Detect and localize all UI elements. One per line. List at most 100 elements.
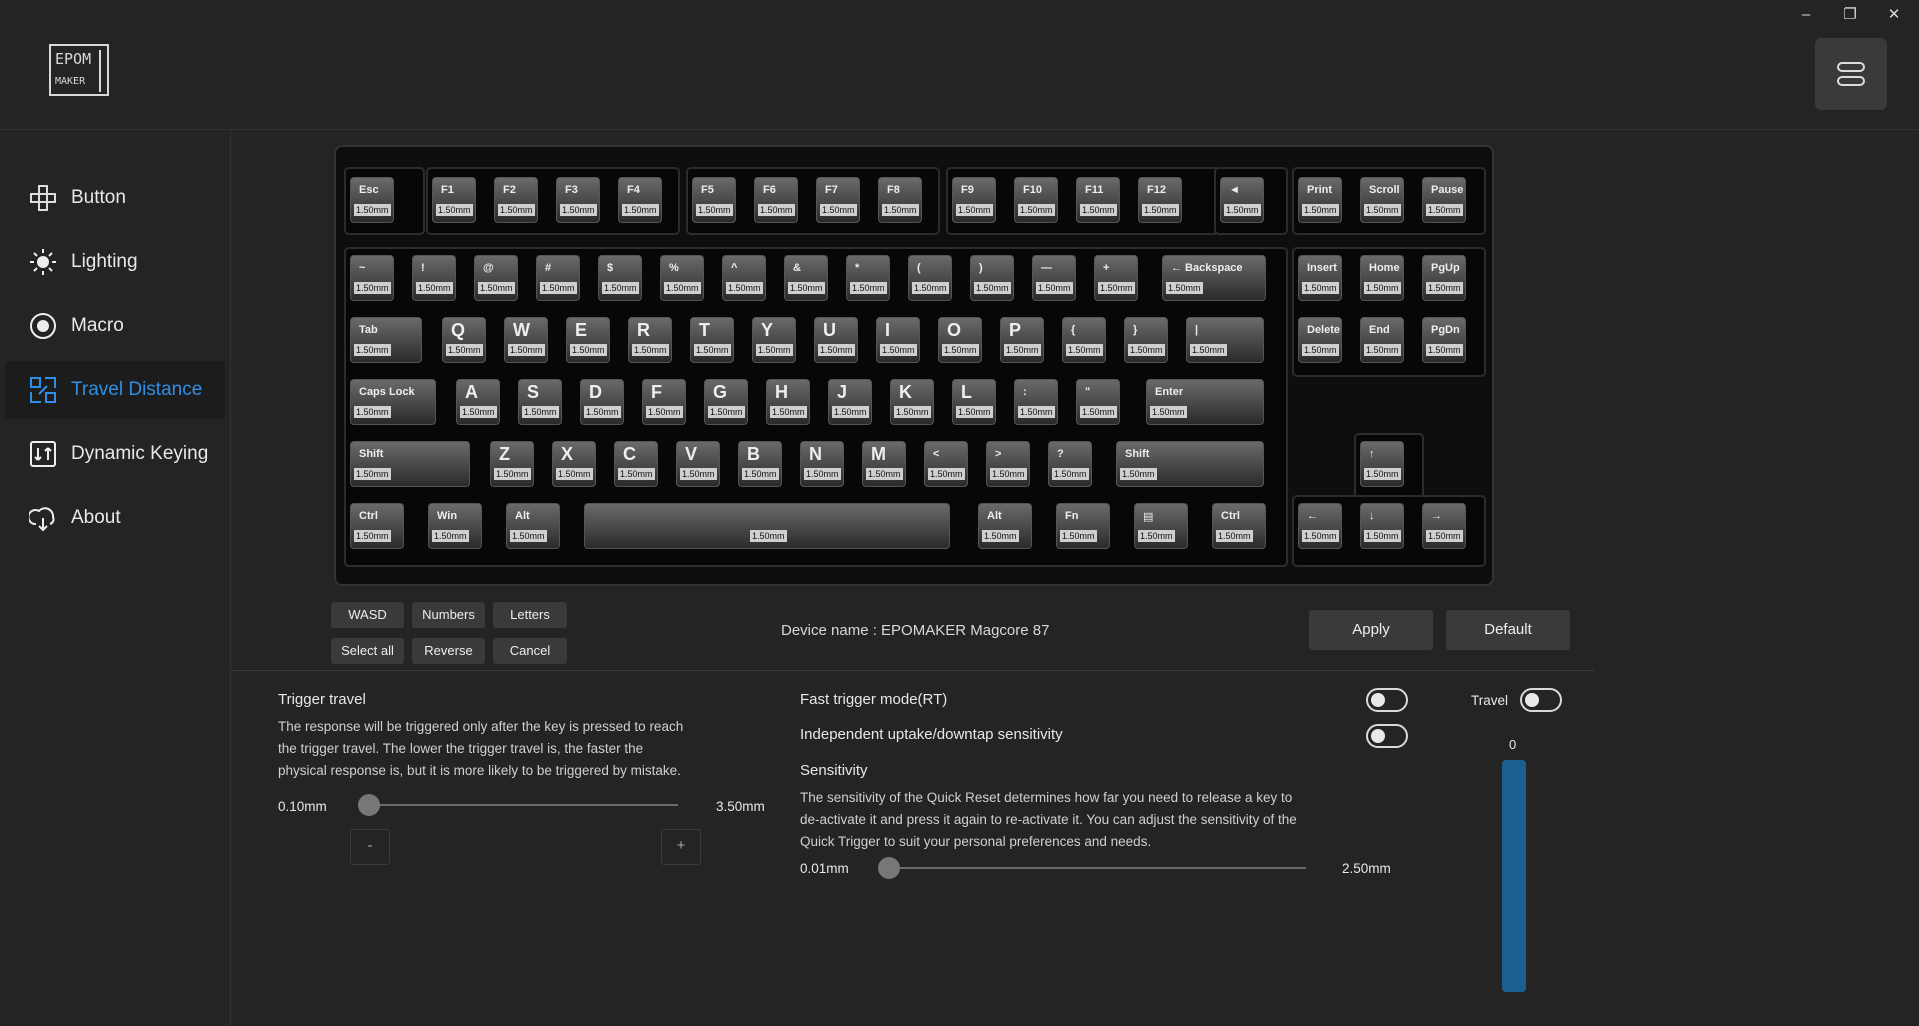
key-p[interactable]: P 1.50mm: [1000, 317, 1044, 363]
default-button[interactable]: Default: [1446, 610, 1570, 650]
trigger-increase-button[interactable]: +: [661, 829, 701, 865]
key-f9[interactable]: F9 1.50mm: [952, 177, 996, 223]
wasd-button[interactable]: WASD: [331, 602, 404, 628]
key-r[interactable]: R 1.50mm: [628, 317, 672, 363]
trigger-decrease-button[interactable]: -: [350, 829, 390, 865]
key-home[interactable]: Home 1.50mm: [1360, 255, 1404, 301]
key-g[interactable]: G 1.50mm: [704, 379, 748, 425]
independent-sensitivity-toggle[interactable]: [1366, 724, 1408, 748]
key-f2[interactable]: F2 1.50mm: [494, 177, 538, 223]
key-o[interactable]: O 1.50mm: [938, 317, 982, 363]
key-scroll[interactable]: Scroll 1.50mm: [1360, 177, 1404, 223]
reverse-button[interactable]: Reverse: [412, 638, 485, 664]
key-f8[interactable]: F8 1.50mm: [878, 177, 922, 223]
key-sym-5-9[interactable]: ↓ 1.50mm: [1360, 503, 1404, 549]
key-alt[interactable]: Alt 1.50mm: [506, 503, 560, 549]
key-sym-1-0[interactable]: ~1.50mm: [350, 255, 394, 301]
key-sym-3-10[interactable]: : 1.50mm: [1014, 379, 1058, 425]
key-b[interactable]: B 1.50mm: [738, 441, 782, 487]
key-sym-5-10[interactable]: → 1.50mm: [1422, 503, 1466, 549]
close-button[interactable]: ✕: [1872, 2, 1916, 28]
key-u[interactable]: U 1.50mm: [814, 317, 858, 363]
key-backspace[interactable]: ← Backspace 1.50mm: [1162, 255, 1266, 301]
sidebar-item-about[interactable]: About: [5, 489, 225, 547]
key-sym-5-8[interactable]: ← 1.50mm: [1298, 503, 1342, 549]
key-s[interactable]: S 1.50mm: [518, 379, 562, 425]
key-delete[interactable]: Delete 1.50mm: [1298, 317, 1342, 363]
key-f4[interactable]: F4 1.50mm: [618, 177, 662, 223]
key-q[interactable]: Q 1.50mm: [442, 317, 486, 363]
key-sym-1-11[interactable]: — 1.50mm: [1032, 255, 1076, 301]
sidebar-item-dynamic-keying[interactable]: Dynamic Keying: [5, 425, 225, 483]
key-f1[interactable]: F1 1.50mm: [432, 177, 476, 223]
key-sym-1-5[interactable]: % 1.50mm: [660, 255, 704, 301]
key-n[interactable]: N 1.50mm: [800, 441, 844, 487]
key-sym-2-13[interactable]: | 1.50mm: [1186, 317, 1264, 363]
letters-button[interactable]: Letters: [493, 602, 567, 628]
key-a[interactable]: A 1.50mm: [456, 379, 500, 425]
key-sym-1-8[interactable]: * 1.50mm: [846, 255, 890, 301]
key-pause[interactable]: Pause 1.50mm: [1422, 177, 1466, 223]
sidebar-item-button[interactable]: Button: [5, 169, 225, 227]
key-sym-1-12[interactable]: +1.50mm: [1094, 255, 1138, 301]
key-insert[interactable]: Insert 1.50mm: [1298, 255, 1342, 301]
key-alt[interactable]: Alt 1.50mm: [978, 503, 1032, 549]
key-sym-1-4[interactable]: $1.50mm: [598, 255, 642, 301]
key-sym-4-10[interactable]: ? 1.50mm: [1048, 441, 1092, 487]
key-sym-5-6[interactable]: ▤ 1.50mm: [1134, 503, 1188, 549]
key-v[interactable]: V 1.50mm: [676, 441, 720, 487]
minimize-button[interactable]: –: [1784, 2, 1828, 28]
restore-button[interactable]: ❐: [1828, 2, 1872, 28]
sensitivity-slider-track[interactable]: [886, 867, 1306, 869]
key-ctrl[interactable]: Ctrl 1.50mm: [1212, 503, 1266, 549]
key-e[interactable]: E 1.50mm: [566, 317, 610, 363]
key-fn[interactable]: Fn 1.50mm: [1056, 503, 1110, 549]
key-i[interactable]: I 1.50mm: [876, 317, 920, 363]
key-f11[interactable]: F11 1.50mm: [1076, 177, 1120, 223]
key-enter[interactable]: Enter 1.50mm: [1146, 379, 1264, 425]
key-space[interactable]: 1.50mm: [584, 503, 950, 549]
key-pgup[interactable]: PgUp 1.50mm: [1422, 255, 1466, 301]
key-pgdn[interactable]: PgDn 1.50mm: [1422, 317, 1466, 363]
key-sym-1-2[interactable]: @1.50mm: [474, 255, 518, 301]
key-sym-4-9[interactable]: >1.50mm: [986, 441, 1030, 487]
menu-button[interactable]: [1815, 38, 1887, 110]
key-h[interactable]: H 1.50mm: [766, 379, 810, 425]
key-c[interactable]: C 1.50mm: [614, 441, 658, 487]
key-j[interactable]: J 1.50mm: [828, 379, 872, 425]
key-d[interactable]: D 1.50mm: [580, 379, 624, 425]
key-l[interactable]: L 1.50mm: [952, 379, 996, 425]
key-sym-4-12[interactable]: ↑ 1.50mm: [1360, 441, 1404, 487]
key-sym-0-13[interactable]: ◄ 1.50mm: [1220, 177, 1264, 223]
key-sym-1-9[interactable]: (1.50mm: [908, 255, 952, 301]
sidebar-item-travel-distance[interactable]: Travel Distance: [5, 361, 225, 419]
key-f6[interactable]: F6 1.50mm: [754, 177, 798, 223]
key-z[interactable]: Z 1.50mm: [490, 441, 534, 487]
trigger-slider-track[interactable]: [358, 804, 678, 806]
key-sym-3-11[interactable]: " 1.50mm: [1076, 379, 1120, 425]
sidebar-item-lighting[interactable]: Lighting: [5, 233, 225, 291]
key-f10[interactable]: F10 1.50mm: [1014, 177, 1058, 223]
key-f[interactable]: F 1.50mm: [642, 379, 686, 425]
key-sym-1-6[interactable]: ^ 1.50mm: [722, 255, 766, 301]
key-sym-1-3[interactable]: #1.50mm: [536, 255, 580, 301]
key-shift[interactable]: Shift 1.50mm: [350, 441, 470, 487]
key-ctrl[interactable]: Ctrl 1.50mm: [350, 503, 404, 549]
key-sym-1-1[interactable]: ! 1.50mm: [412, 255, 456, 301]
key-t[interactable]: T 1.50mm: [690, 317, 734, 363]
key-esc[interactable]: Esc 1.50mm: [350, 177, 394, 223]
key-end[interactable]: End 1.50mm: [1360, 317, 1404, 363]
travel-toggle[interactable]: [1520, 688, 1562, 712]
key-sym-2-12[interactable]: } 1.50mm: [1124, 317, 1168, 363]
key-sym-1-10[interactable]: ) 1.50mm: [970, 255, 1014, 301]
sidebar-item-macro[interactable]: Macro: [5, 297, 225, 355]
key-win[interactable]: Win 1.50mm: [428, 503, 482, 549]
key-sym-4-8[interactable]: <1.50mm: [924, 441, 968, 487]
key-f12[interactable]: F12 1.50mm: [1138, 177, 1182, 223]
key-y[interactable]: Y 1.50mm: [752, 317, 796, 363]
key-sym-2-11[interactable]: {1.50mm: [1062, 317, 1106, 363]
key-f5[interactable]: F5 1.50mm: [692, 177, 736, 223]
key-w[interactable]: W 1.50mm: [504, 317, 548, 363]
apply-button[interactable]: Apply: [1309, 610, 1433, 650]
key-tab[interactable]: Tab 1.50mm: [350, 317, 422, 363]
